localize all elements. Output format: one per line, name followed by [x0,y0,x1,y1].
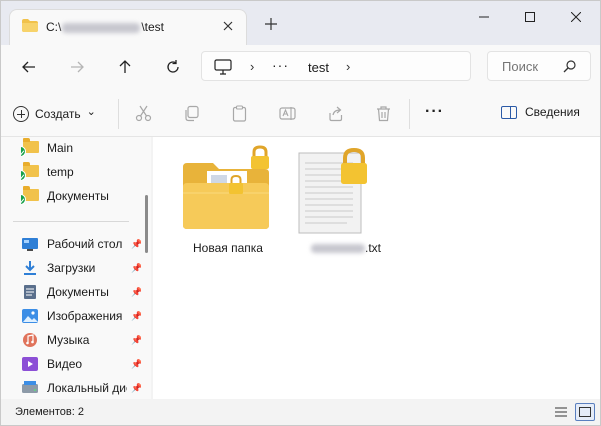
cut-button[interactable] [133,103,153,123]
pin-icon: 📌 [131,287,141,298]
plus-icon [13,106,29,122]
drive-icon [22,381,38,393]
navigation-pane: Main temp Документы Рабочий стол 📌 Загру… [1,137,151,399]
folder-icon [21,186,39,205]
copy-icon [184,105,199,121]
details-view-button[interactable] [551,403,571,421]
lock-icon [341,147,367,184]
sidebar-item-downloads[interactable]: Загрузки 📌 [21,257,141,279]
documents-icon [24,285,36,299]
redacted-text [62,22,141,33]
sidebar-scrollbar[interactable] [145,195,148,253]
large-icons-view-button[interactable] [575,403,595,421]
pin-icon: 📌 [131,239,141,250]
back-button[interactable] [15,53,43,81]
rename-icon [278,106,296,120]
explorer-window: C:\ \test › ··· test › Поиск Создать ⌄ ·… [0,0,601,426]
tab-current[interactable]: C:\ \test [9,9,247,45]
file-item-folder[interactable]: Новая папка [173,145,283,265]
folder-icon [21,162,39,181]
sidebar-item-documents-synced[interactable]: Документы [21,185,141,207]
list-view-icon [555,407,567,417]
desktop-icon [22,238,38,251]
close-tab-button[interactable] [220,18,236,34]
chevron-right-icon[interactable]: › [346,59,356,75]
close-icon [571,12,581,22]
chevron-down-icon: ⌄ [86,105,96,118]
chevron-right-icon: › [250,59,255,74]
maximize-button[interactable] [507,1,553,33]
breadcrumb-overflow[interactable]: ··· [272,57,289,73]
item-count: Элементов: 2 [15,406,84,418]
folder-icon [21,138,39,157]
file-view: Новая папка .txt [153,137,600,399]
folder-icon [22,19,38,32]
clipboard-icon [232,104,246,122]
divider [118,99,119,129]
details-button[interactable]: Сведения [501,105,580,119]
sidebar-item-temp[interactable]: temp [21,161,141,183]
arrow-right-icon [71,61,84,73]
up-button[interactable] [111,53,139,81]
refresh-button[interactable] [159,53,187,81]
divider [409,99,410,129]
videos-icon [22,357,38,371]
pin-icon: 📌 [131,311,141,322]
plus-icon [265,18,277,30]
tab-title: C:\ \test [46,20,165,34]
delete-button[interactable] [373,103,393,123]
minimize-button[interactable] [461,1,507,33]
forward-button[interactable] [63,53,91,81]
redacted-text [310,244,365,254]
share-button[interactable] [325,103,345,123]
create-label: Создать [35,107,81,121]
sidebar-item-local-drive[interactable]: Локальный диск 📌 [21,377,141,399]
address-bar[interactable]: › ··· test › [201,51,471,81]
sidebar-item-desktop[interactable]: Рабочий стол 📌 [21,233,141,255]
pin-icon: 📌 [131,263,141,274]
new-tab-button[interactable] [261,15,281,35]
pin-icon: 📌 [131,359,141,370]
details-pane-icon [501,105,517,119]
more-options-button[interactable]: ··· [425,103,444,121]
sidebar-item-main[interactable]: Main [21,137,141,159]
sidebar-divider [13,221,129,222]
pin-icon: 📌 [131,383,141,394]
lock-icon [251,145,269,169]
arrow-left-icon [22,61,35,73]
command-bar: Создать ⌄ ··· Сведения [1,89,600,137]
sidebar-item-documents[interactable]: Документы 📌 [21,281,141,303]
sidebar-item-videos[interactable]: Видео 📌 [21,353,141,375]
copy-button[interactable] [181,103,201,123]
details-label: Сведения [525,105,580,119]
pictures-icon [22,309,38,323]
rename-button[interactable] [277,103,297,123]
file-name: .txt [291,241,401,255]
pin-icon: 📌 [131,335,141,346]
minimize-icon [479,16,489,18]
address-row: › ··· test › [1,45,600,89]
create-button[interactable]: Создать ⌄ [13,101,96,127]
scissors-icon [135,105,151,121]
tiles-view-icon [579,407,591,417]
share-icon [328,106,342,121]
breadcrumb-test[interactable]: test [308,60,329,75]
sidebar-item-music[interactable]: Музыка 📌 [21,329,141,351]
title-bar: C:\ \test [1,1,600,45]
file-name: Новая папка [193,241,263,255]
maximize-icon [525,12,535,22]
music-icon [23,333,37,347]
close-window-button[interactable] [553,1,599,33]
downloads-icon [24,261,36,275]
refresh-icon [167,60,179,73]
search-icon[interactable] [563,59,577,73]
sidebar-item-pictures[interactable]: Изображения 📌 [21,305,141,327]
close-icon [223,21,233,31]
paste-button[interactable] [229,103,249,123]
computer-icon [214,59,232,75]
status-bar: Элементов: 2 [1,399,600,425]
arrow-up-icon [119,60,131,73]
file-item-text[interactable]: .txt [291,145,401,265]
trash-icon [376,105,390,121]
